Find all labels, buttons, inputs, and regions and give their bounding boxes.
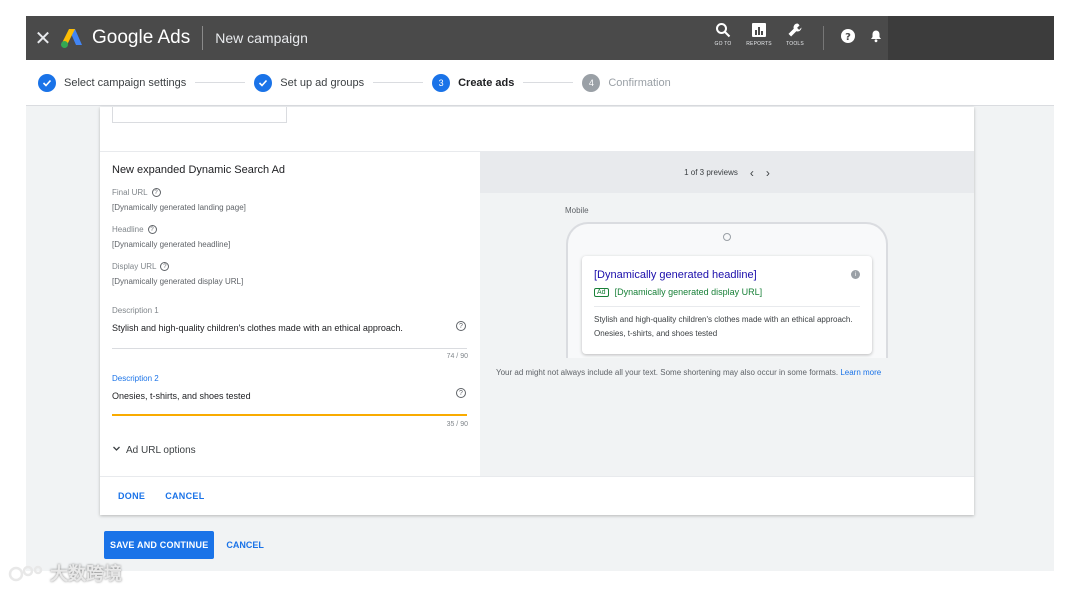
top-tools: GO TO REPORTS TOOLS ? — [709, 22, 886, 50]
description1-label: Description 1 — [112, 306, 159, 315]
step-number: 3 — [432, 73, 451, 92]
step-label: Set up ad groups — [280, 76, 365, 89]
phone-camera — [723, 233, 731, 241]
bell-icon — [871, 30, 881, 43]
preview-note: Your ad might not always include all you… — [496, 368, 881, 377]
description2-underline — [112, 414, 467, 416]
goto-label: GO TO — [714, 41, 732, 47]
ad-url-options-toggle[interactable]: Ad URL options — [112, 444, 196, 456]
step-set-up-ad-groups[interactable]: Set up ad groups — [254, 73, 365, 92]
notifications-button[interactable] — [866, 26, 886, 46]
page-actions: SAVE AND CONTINUE CANCEL — [104, 531, 264, 559]
final-url-label-row: Final URL ? — [112, 188, 161, 197]
top-bar: ✕ Google Ads New campaign GO TO REPORTS … — [26, 16, 1054, 60]
preview-pager: 1 of 3 previews ‹ › — [480, 152, 974, 193]
search-icon — [716, 23, 731, 38]
ad-badge: Ad — [594, 287, 609, 297]
description1-input[interactable]: Stylish and high-quality children's clot… — [112, 323, 403, 333]
page-cancel-button[interactable]: CANCEL — [226, 540, 264, 550]
ad-form-title: New expanded Dynamic Search Ad — [112, 164, 286, 176]
save-and-continue-button[interactable]: SAVE AND CONTINUE — [104, 531, 215, 559]
preview-count: 1 of 3 previews — [684, 168, 738, 177]
chevron-left-icon[interactable]: ‹ — [750, 166, 754, 180]
step-connector — [373, 82, 424, 83]
reports-button[interactable]: REPORTS — [745, 22, 773, 47]
close-icon[interactable]: ✕ — [28, 26, 58, 51]
ad-description: Stylish and high-quality children's clot… — [594, 315, 853, 338]
step-connector — [523, 82, 574, 83]
ad-form: New expanded Dynamic Search Ad Final URL… — [100, 152, 480, 476]
done-button[interactable]: DONE — [118, 491, 145, 501]
brand-name: Google Ads — [92, 27, 191, 48]
previous-field-input[interactable] — [112, 107, 287, 123]
step-label: Confirmation — [608, 76, 671, 89]
tools-label: TOOLS — [786, 41, 804, 47]
help-icon[interactable]: ? — [147, 225, 157, 234]
description1-counter: 74 / 90 — [446, 353, 468, 360]
help-icon: ? — [841, 29, 855, 43]
ad-url-row: Ad [Dynamically generated display URL] — [594, 287, 762, 297]
watermark-text: 大数跨境 — [50, 564, 122, 584]
check-icon — [38, 73, 56, 92]
final-url-value: [Dynamically generated landing page] — [112, 203, 246, 212]
wrench-icon — [788, 23, 802, 37]
headline-label-row: Headline ? — [112, 225, 157, 234]
goto-button[interactable]: GO TO — [709, 22, 737, 47]
check-icon — [254, 73, 273, 92]
ad-headline: [Dynamically generated headline] — [594, 269, 757, 281]
card-footer: DONE CANCEL — [100, 476, 974, 515]
headline-label: Headline — [112, 225, 144, 234]
ad-display-url: [Dynamically generated display URL] — [614, 287, 763, 297]
device-label: Mobile — [565, 206, 589, 215]
svg-text:?: ? — [845, 32, 851, 43]
phone-mockup: [Dynamically generated headline] i Ad [D… — [566, 222, 888, 358]
help-icon[interactable]: ? — [456, 321, 466, 331]
step-select-campaign-settings[interactable]: Select campaign settings — [38, 73, 187, 92]
ad-divider — [594, 306, 860, 307]
display-url-label-row: Display URL ? — [112, 262, 170, 271]
reports-icon — [752, 23, 766, 37]
step-confirmation: 4 Confirmation — [582, 73, 671, 92]
chevron-down-icon — [112, 444, 121, 456]
step-connector — [195, 82, 246, 83]
headline-value: [Dynamically generated headline] — [112, 240, 231, 249]
learn-more-link[interactable]: Learn more — [840, 368, 881, 377]
help-icon[interactable]: ? — [160, 262, 170, 271]
help-icon[interactable]: ? — [151, 188, 161, 197]
display-url-label: Display URL — [112, 262, 157, 271]
account-area[interactable] — [888, 16, 1054, 60]
help-icon[interactable]: ? — [456, 388, 466, 398]
description1-underline — [112, 348, 467, 349]
tools-divider — [823, 26, 824, 50]
page-title: New campaign — [215, 30, 308, 46]
preview-note-text: Your ad might not always include all you… — [496, 368, 839, 377]
step-create-ads[interactable]: 3 Create ads — [432, 73, 515, 92]
campaign-stepper: Select campaign settings Set up ad group… — [26, 60, 1054, 106]
reports-label: REPORTS — [746, 41, 772, 47]
ad-preview-panel: 1 of 3 previews ‹ › Mobile [Dynamically … — [480, 152, 974, 476]
watermark: 大数跨境 — [8, 560, 122, 586]
google-ads-logo — [60, 27, 84, 49]
description2-input[interactable]: Onesies, t-shirts, and shoes tested — [112, 391, 251, 401]
description2-label: Description 2 — [112, 374, 159, 383]
description2-counter: 35 / 90 — [446, 421, 468, 428]
title-divider — [202, 26, 204, 50]
step-label: Select campaign settings — [64, 76, 187, 89]
ad-url-options-label: Ad URL options — [126, 444, 196, 456]
app-window: ✕ Google Ads New campaign GO TO REPORTS … — [26, 16, 1054, 571]
watermark-logo-icon — [8, 565, 43, 582]
info-icon[interactable]: i — [851, 270, 860, 279]
display-url-value: [Dynamically generated display URL] — [112, 277, 244, 286]
cancel-button[interactable]: CANCEL — [165, 491, 204, 501]
help-button[interactable]: ? — [838, 26, 858, 46]
tools-button[interactable]: TOOLS — [781, 22, 809, 47]
final-url-label: Final URL — [112, 188, 148, 197]
step-number: 4 — [582, 73, 601, 92]
ad-preview: [Dynamically generated headline] i Ad [D… — [582, 256, 872, 354]
step-label: Create ads — [458, 76, 515, 89]
ad-editor-card: New expanded Dynamic Search Ad Final URL… — [100, 107, 974, 515]
chevron-right-icon[interactable]: › — [766, 166, 770, 180]
